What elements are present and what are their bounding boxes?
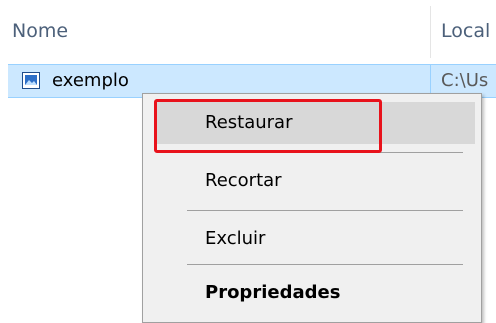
image-file-icon <box>22 72 40 89</box>
annotation-highlight-box <box>154 99 382 153</box>
file-name: exemplo <box>52 70 129 91</box>
menu-item-excluir[interactable]: Excluir <box>155 218 475 260</box>
file-location: C:\Us <box>441 70 489 91</box>
column-header-location[interactable]: Local <box>441 20 490 42</box>
column-divider[interactable] <box>430 6 431 58</box>
menu-separator <box>187 210 463 211</box>
column-header-name[interactable]: Nome <box>12 20 68 42</box>
menu-item-label: Excluir <box>205 228 266 249</box>
menu-item-label: Propriedades <box>205 282 341 303</box>
column-header: Nome Local <box>0 0 496 62</box>
menu-item-label: Recortar <box>205 170 282 191</box>
menu-separator <box>187 264 463 265</box>
menu-item-recortar[interactable]: Recortar <box>155 160 475 202</box>
menu-item-propriedades[interactable]: Propriedades <box>155 272 475 314</box>
